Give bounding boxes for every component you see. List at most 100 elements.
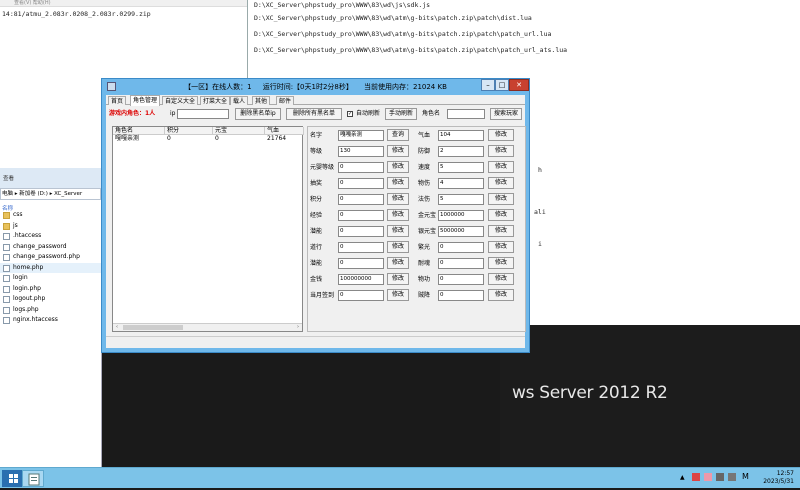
tab-custom[interactable]: 自定义大全 xyxy=(162,96,199,105)
modify-button[interactable]: 修改 xyxy=(488,129,514,141)
explorer-view-tab[interactable]: 查看 xyxy=(0,168,101,188)
modify-button[interactable]: 修改 xyxy=(387,257,409,269)
tab-other[interactable]: 其他 xyxy=(252,96,271,105)
file-list-item[interactable]: logout.php xyxy=(0,294,101,305)
modify-button[interactable]: 修改 xyxy=(488,193,514,205)
field-input[interactable]: 嘎嘎亲测 xyxy=(338,130,384,141)
modify-button[interactable]: 修改 xyxy=(387,145,409,157)
maximize-button[interactable]: □ xyxy=(495,79,509,91)
file-list-item[interactable]: logs.php xyxy=(0,305,101,316)
field-input[interactable]: 0 xyxy=(338,258,384,269)
horizontal-scrollbar[interactable]: ‹ › xyxy=(113,323,302,331)
modify-button[interactable]: 修改 xyxy=(387,225,409,237)
column-header-name[interactable]: 名称 xyxy=(0,200,101,212)
file-list-item[interactable]: login.php xyxy=(0,284,101,295)
tray-volume-icon[interactable] xyxy=(728,473,736,481)
tab-dish[interactable]: 打菜大全 xyxy=(200,96,231,105)
field-input[interactable]: 0 xyxy=(438,242,484,253)
tray-network-icon[interactable] xyxy=(716,473,724,481)
modify-button[interactable]: 修改 xyxy=(488,241,514,253)
column-header[interactable]: 积分 xyxy=(165,127,213,135)
tab-home[interactable]: 首页 xyxy=(108,96,127,105)
column-header[interactable]: 元宝 xyxy=(213,127,265,135)
field-input[interactable]: 0 xyxy=(338,290,384,301)
file-list-item[interactable]: login xyxy=(0,273,101,284)
field-input[interactable]: 1000000 xyxy=(438,210,484,221)
role-list[interactable]: 角色名 积分 元宝 气血 嘎嘎亲测 0 0 21764 ‹ › xyxy=(112,126,304,332)
modify-button[interactable]: 修改 xyxy=(488,209,514,221)
modify-button[interactable]: 修改 xyxy=(387,193,409,205)
scroll-right-icon[interactable]: › xyxy=(294,324,302,331)
field-input[interactable]: 0 xyxy=(338,226,384,237)
tray-app-icon[interactable] xyxy=(704,473,712,481)
field-input[interactable]: 0 xyxy=(438,274,484,285)
modify-button[interactable]: 修改 xyxy=(488,161,514,173)
modify-button[interactable]: 修改 xyxy=(488,273,514,285)
tray-expand-icon[interactable]: ▲ xyxy=(680,474,685,481)
tab-mail[interactable]: 邮件 xyxy=(276,96,295,105)
delete-blacklist-ip-button[interactable]: 删除黑名单ip xyxy=(235,108,281,120)
modify-button[interactable]: 修改 xyxy=(387,177,409,189)
modify-button[interactable]: 修改 xyxy=(387,273,409,285)
field-input[interactable]: 100000000 xyxy=(338,274,384,285)
table-cell[interactable]: 0 xyxy=(165,135,171,143)
field-input[interactable]: 5 xyxy=(438,162,484,173)
scroll-thumb[interactable] xyxy=(123,325,183,330)
taskbar: ▲ M 12:57 2023/5/31 xyxy=(0,467,800,488)
modify-button[interactable]: 修改 xyxy=(488,289,514,301)
field-input[interactable]: 104 xyxy=(438,130,484,141)
modify-button[interactable]: 修改 xyxy=(488,177,514,189)
auto-refresh-checkbox[interactable]: ✓ xyxy=(347,111,353,117)
field-input[interactable]: 0 xyxy=(338,210,384,221)
file-list-item[interactable]: css xyxy=(0,210,101,221)
title-bar[interactable]: 【一区】在线人数：1 运行时间:【0天1时2分8秒】 当前使用内存：21024 … xyxy=(102,79,529,95)
manual-refresh-button[interactable]: 手动刷新 xyxy=(385,108,417,120)
modify-button[interactable]: 修改 xyxy=(488,145,514,157)
field-input[interactable]: 2 xyxy=(438,146,484,157)
query-button[interactable]: 查询 xyxy=(387,129,409,141)
table-cell[interactable]: 21764 xyxy=(265,135,286,143)
field-input[interactable]: 0 xyxy=(338,178,384,189)
column-header[interactable]: 气血 xyxy=(265,127,304,135)
delete-all-blacklist-button[interactable]: 删除所有黑名单 xyxy=(286,108,342,120)
file-list-item[interactable]: .htaccess xyxy=(0,231,101,242)
file-list-item[interactable]: nginx.htaccess xyxy=(0,315,101,326)
modify-button[interactable]: 修改 xyxy=(387,241,409,253)
minimize-button[interactable]: – xyxy=(481,79,495,91)
field-input[interactable]: 5 xyxy=(438,194,484,205)
field-input[interactable]: 130 xyxy=(338,146,384,157)
file-list-item[interactable]: js xyxy=(0,221,101,232)
role-name-input[interactable] xyxy=(447,109,485,119)
field-input[interactable]: 0 xyxy=(438,258,484,269)
scroll-left-icon[interactable]: ‹ xyxy=(113,324,121,331)
table-cell[interactable]: 0 xyxy=(213,135,219,143)
taskbar-app-button[interactable] xyxy=(22,470,44,487)
modify-button[interactable]: 修改 xyxy=(387,161,409,173)
modify-button[interactable]: 修改 xyxy=(387,209,409,221)
modify-button[interactable]: 修改 xyxy=(488,225,514,237)
field-input[interactable]: 4 xyxy=(438,178,484,189)
modify-button[interactable]: 修改 xyxy=(387,289,409,301)
start-button[interactable] xyxy=(2,470,24,487)
file-list-item[interactable]: change_password xyxy=(0,242,101,253)
ip-input[interactable] xyxy=(177,109,229,119)
field-input[interactable]: 5000000 xyxy=(438,226,484,237)
table-cell[interactable]: 嘎嘎亲测 xyxy=(113,135,139,143)
file-list-item[interactable]: home.php xyxy=(0,262,101,273)
search-player-button[interactable]: 搜索玩家 xyxy=(490,108,522,120)
field-label: 物功 xyxy=(418,276,431,283)
clock[interactable]: 12:57 2023/5/31 xyxy=(763,470,794,486)
close-button[interactable]: ✕ xyxy=(509,79,529,91)
field-input[interactable]: 0 xyxy=(338,194,384,205)
modify-button[interactable]: 修改 xyxy=(488,257,514,269)
column-header[interactable]: 角色名 xyxy=(113,127,165,135)
field-input[interactable]: 0 xyxy=(338,242,384,253)
tab-role-management[interactable]: 角色管理 xyxy=(130,95,161,106)
file-list-item[interactable]: change_password.php xyxy=(0,252,101,263)
address-bar[interactable]: 电脑 ▸ 新加卷 (D:) ▸ XC_Server xyxy=(0,188,101,200)
ime-indicator[interactable]: M xyxy=(742,472,749,481)
tray-app-icon[interactable] xyxy=(692,473,700,481)
field-input[interactable]: 0 xyxy=(438,290,484,301)
field-input[interactable]: 0 xyxy=(338,162,384,173)
tab-carry[interactable]: 载人 xyxy=(230,96,249,105)
